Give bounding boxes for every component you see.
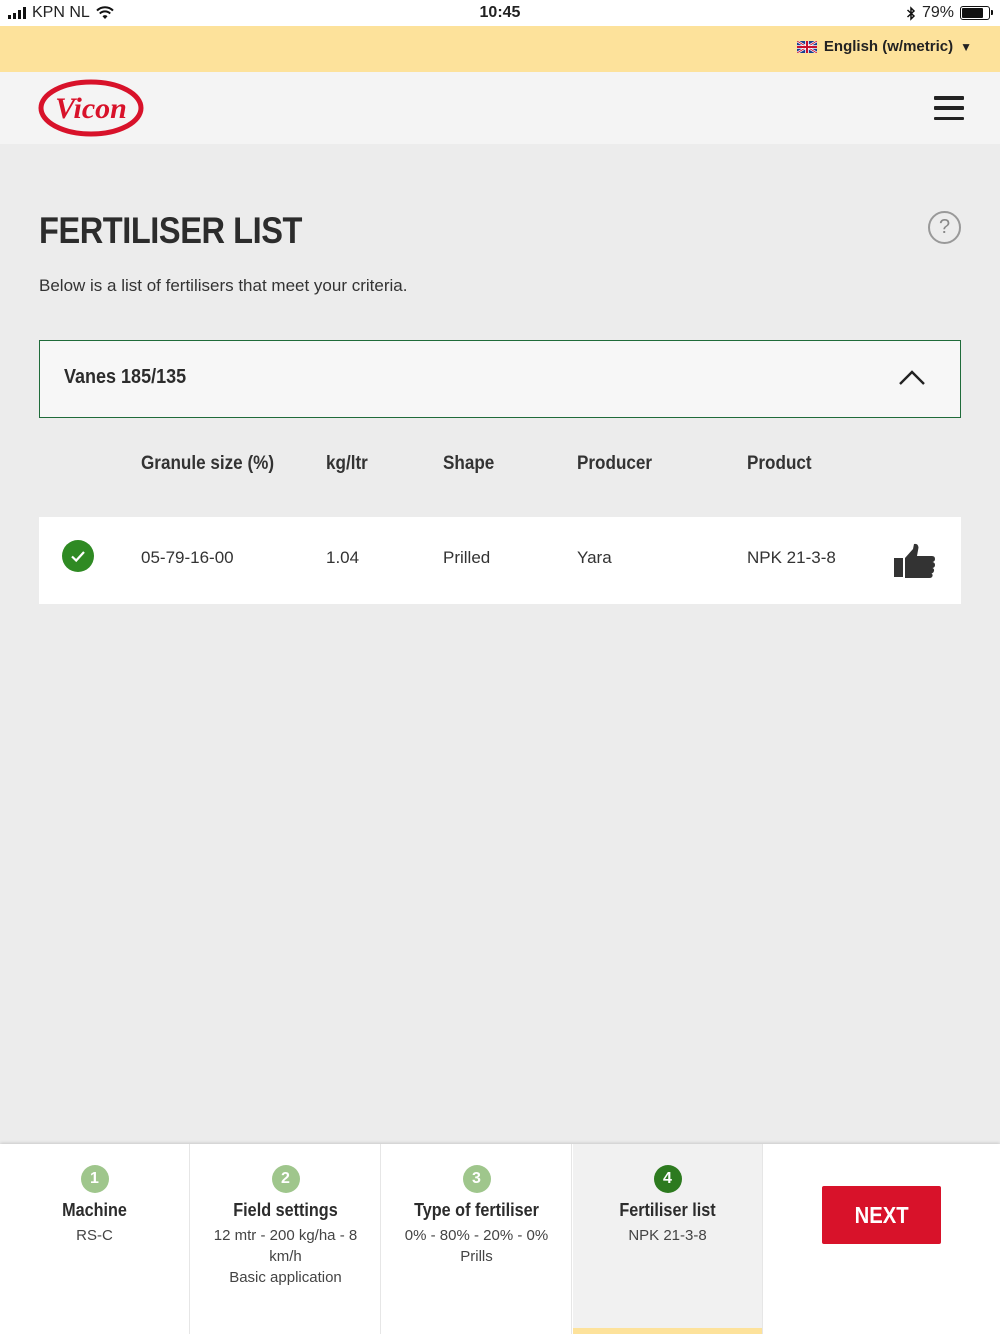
status-bar: KPN NL 10:45 79% — [0, 0, 1000, 26]
step-detail-line: NPK 21-3-8 — [628, 1227, 707, 1244]
vanes-accordion-header[interactable]: Vanes 185/135 — [39, 340, 961, 418]
chevron-up-icon[interactable] — [898, 367, 926, 387]
caret-down-icon: ▼ — [960, 39, 972, 54]
step-detail-line: Prills — [460, 1248, 493, 1265]
step-detail-line: RS-C — [76, 1227, 113, 1244]
vanes-label: Vanes 185/135 — [64, 366, 187, 388]
step-field-settings[interactable]: 2 Field settings 12 mtr - 200 kg/ha - 8 … — [191, 1144, 381, 1334]
step-machine[interactable]: 1 Machine RS-C — [0, 1144, 190, 1334]
active-step-indicator — [573, 1328, 762, 1334]
cell-producer: Yara — [577, 548, 612, 567]
help-icon[interactable]: ? — [928, 211, 961, 244]
step-fertiliser-list[interactable]: 4 Fertiliser list NPK 21-3-8 — [573, 1144, 763, 1334]
step-number-badge: 3 — [462, 1165, 491, 1193]
step-number-badge: 2 — [271, 1165, 300, 1193]
step-type-of-fertiliser[interactable]: 3 Type of fertiliser 0% - 80% - 20% - 0%… — [382, 1144, 572, 1334]
language-label: English (w/metric) — [823, 38, 954, 55]
step-detail-line: 12 mtr - 200 kg/ha - 8 km/h — [213, 1227, 358, 1265]
step-title: Machine — [62, 1200, 127, 1220]
column-header-kg-ltr: kg/ltr — [326, 453, 368, 474]
page-subtitle: Below is a list of fertilisers that meet… — [39, 276, 408, 295]
vicon-logo[interactable]: Vicon — [38, 78, 144, 138]
status-right: 79% — [906, 4, 993, 22]
cell-kg-ltr: 1.04 — [326, 548, 360, 567]
step-details: RS-C — [0, 1225, 189, 1246]
step-number-badge: 4 — [653, 1165, 682, 1193]
step-details: NPK 21-3-8 — [573, 1225, 762, 1246]
language-selector[interactable]: English (w/metric) ▼ — [796, 38, 972, 55]
hamburger-menu-icon[interactable] — [934, 96, 964, 120]
next-button-label: NEXT — [854, 1201, 909, 1228]
column-header-granule-size: Granule size (%) — [141, 453, 275, 474]
step-details: 12 mtr - 200 kg/ha - 8 km/h Basic applic… — [191, 1225, 380, 1288]
page-title: FERTILISER LIST — [39, 210, 302, 251]
cell-shape: Prilled — [443, 548, 491, 567]
battery-icon — [960, 6, 993, 20]
uk-flag-icon — [796, 40, 817, 53]
bluetooth-icon — [906, 5, 916, 21]
status-time: 10:45 — [479, 4, 521, 21]
step-detail-line: Basic application — [229, 1269, 342, 1286]
thumbs-up-icon[interactable] — [893, 543, 937, 579]
step-number-badge: 1 — [80, 1165, 109, 1193]
column-header-producer: Producer — [577, 453, 653, 474]
check-circle-icon — [62, 540, 94, 572]
battery-level-fill — [962, 8, 983, 18]
step-title: Type of fertiliser — [414, 1200, 539, 1220]
next-button[interactable]: NEXT — [822, 1186, 941, 1244]
cell-product: NPK 21-3-8 — [747, 548, 836, 567]
battery-percent: 79% — [921, 4, 954, 21]
table-row[interactable]: 05-79-16-00 1.04 Prilled Yara NPK 21-3-8 — [39, 517, 961, 604]
step-details: 0% - 80% - 20% - 0% Prills — [382, 1225, 571, 1267]
header: Vicon — [0, 72, 1000, 144]
language-bar: English (w/metric) ▼ — [0, 26, 1000, 72]
column-header-shape: Shape — [443, 453, 495, 474]
progress-stepper: 1 Machine RS-C 2 Field settings 12 mtr -… — [0, 1144, 1000, 1334]
svg-text:Vicon: Vicon — [55, 92, 127, 125]
column-header-product: Product — [747, 453, 812, 474]
step-detail-line: 0% - 80% - 20% - 0% — [404, 1227, 549, 1244]
step-title: Field settings — [233, 1200, 338, 1220]
step-title: Fertiliser list — [619, 1200, 716, 1220]
cell-granule-size: 05-79-16-00 — [141, 548, 234, 567]
